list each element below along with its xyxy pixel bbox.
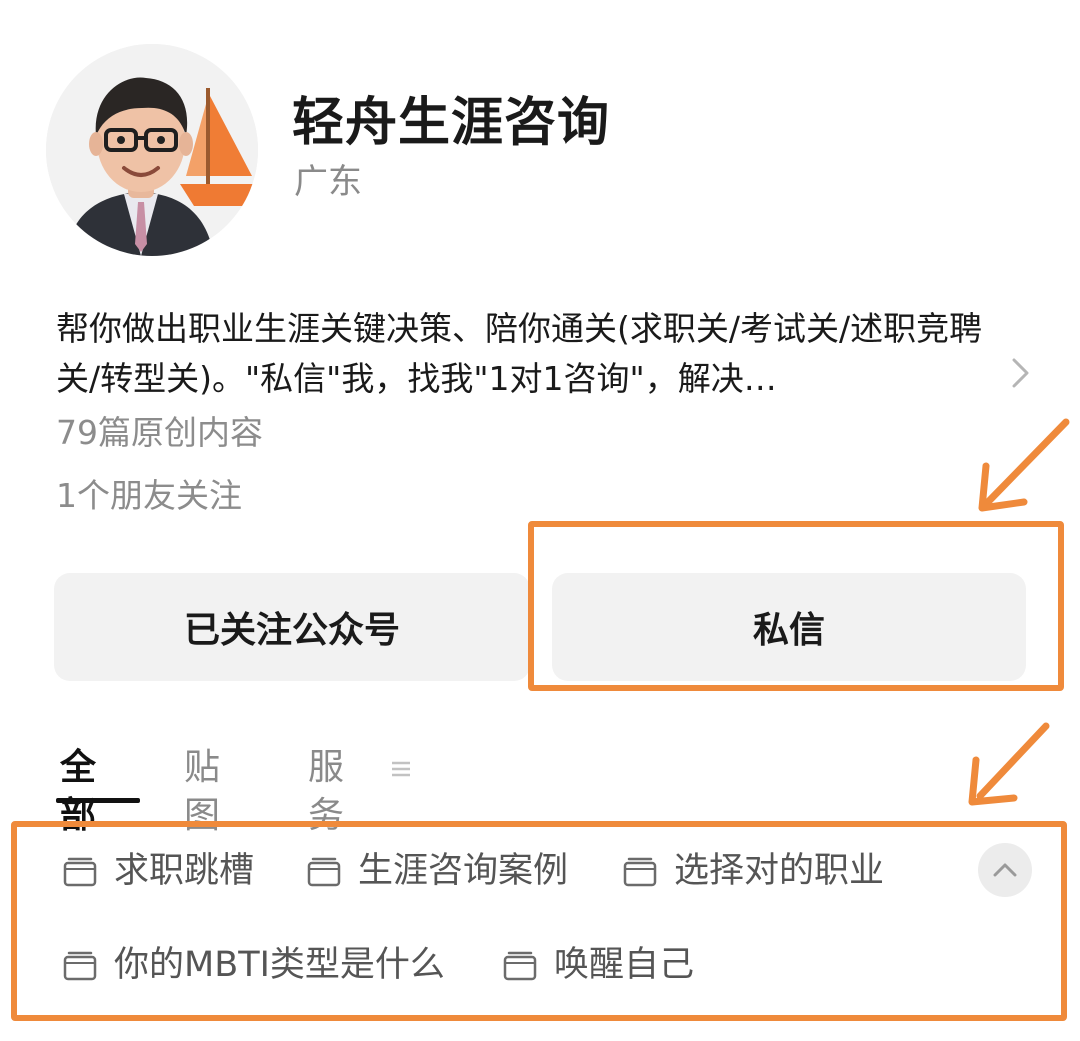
folder-icon <box>63 857 97 887</box>
collection-label: 你的MBTI类型是什么 <box>114 945 445 985</box>
article-count[interactable]: 79篇原创内容 <box>56 411 263 455</box>
chevron-right-icon[interactable] <box>1006 356 1034 390</box>
collection-item[interactable]: 唤醒自己 <box>502 943 694 987</box>
account-bio[interactable]: 帮你做出职业生涯关键决策、陪你通关(求职关/考试关/述职竞聘关/转型关)。"私信… <box>56 304 986 404</box>
annotation-arrow-icon <box>978 418 1070 512</box>
folder-icon <box>623 857 657 887</box>
chevron-up-icon <box>993 863 1017 877</box>
collection-item[interactable]: 你的MBTI类型是什么 <box>62 943 445 987</box>
folder-icon <box>63 951 97 981</box>
collapse-button[interactable] <box>978 843 1032 897</box>
annotation-arrow-icon <box>968 722 1050 806</box>
avatar[interactable] <box>46 44 258 256</box>
collection-label: 唤醒自己 <box>554 945 695 985</box>
folder-icon <box>307 857 341 887</box>
highlight-box-message <box>528 521 1064 691</box>
collection-item[interactable]: 生涯咨询案例 <box>306 849 568 893</box>
collection-label: 选择对的职业 <box>674 851 885 891</box>
collection-item[interactable]: 求职跳槽 <box>62 849 254 893</box>
account-region: 广东 <box>294 162 362 202</box>
menu-icon[interactable] <box>390 760 412 778</box>
collection-label: 求职跳槽 <box>114 851 255 891</box>
avatar-illustration <box>46 44 258 256</box>
collection-label: 生涯咨询案例 <box>358 851 569 891</box>
followed-button[interactable]: 已关注公众号 <box>54 573 530 681</box>
folder-icon <box>503 951 537 981</box>
collection-item[interactable]: 选择对的职业 <box>622 849 884 893</box>
tab-active-indicator <box>56 798 140 803</box>
account-name: 轻舟生涯咨询 <box>292 93 611 153</box>
friends-following[interactable]: 1个朋友关注 <box>56 474 242 518</box>
